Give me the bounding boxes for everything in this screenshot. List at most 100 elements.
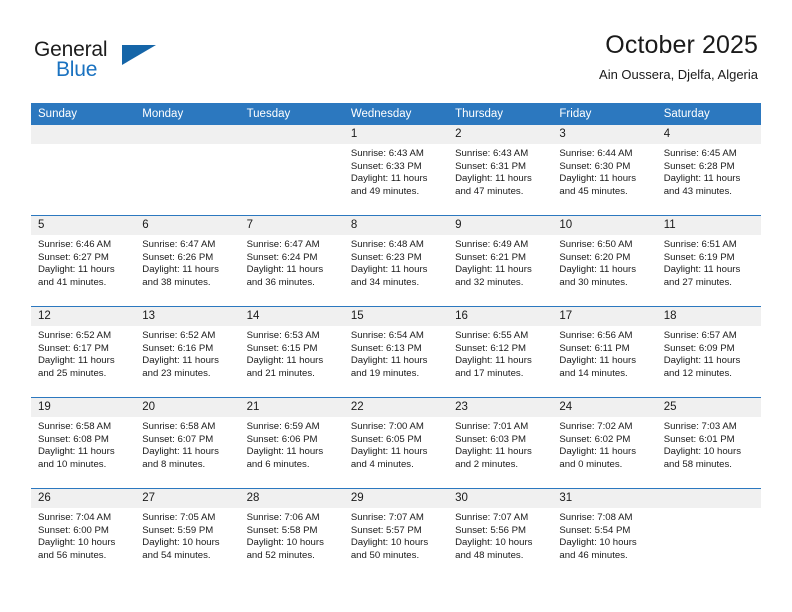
daylight-text-line1: Daylight: 11 hours <box>142 446 219 458</box>
day-number: 23 <box>448 398 553 417</box>
sunset-text: Sunset: 6:24 PM <box>246 251 318 263</box>
day-number: 15 <box>343 307 449 326</box>
daylight-text-line2: and 49 minutes. <box>350 185 420 197</box>
day-number: 3 <box>552 125 657 144</box>
day-cell[interactable]: 21 Sunrise: 6:59 AM Sunset: 6:06 PM Dayl… <box>239 397 344 489</box>
day-cell[interactable]: 20 Sunrise: 6:58 AM Sunset: 6:07 PM Dayl… <box>135 397 240 489</box>
sunset-text: Sunset: 6:19 PM <box>663 251 735 263</box>
daylight-text-line1: Daylight: 11 hours <box>455 446 532 458</box>
day-cell[interactable]: 2 Sunrise: 6:43 AM Sunset: 6:31 PM Dayli… <box>448 125 553 216</box>
daylight-text-line1: Daylight: 10 hours <box>559 537 637 549</box>
day-cell[interactable] <box>239 125 344 216</box>
sunrise-text: Sunrise: 7:07 AM <box>455 512 529 523</box>
day-info: Sunrise: 6:43 AM Sunset: 6:33 PM Dayligh… <box>344 144 448 198</box>
day-cell[interactable] <box>656 488 761 579</box>
day-cell[interactable]: 27 Sunrise: 7:05 AM Sunset: 5:59 PM Dayl… <box>135 488 240 579</box>
day-cell[interactable]: 4 Sunrise: 6:45 AM Sunset: 6:28 PM Dayli… <box>656 125 761 216</box>
day-number: 30 <box>448 489 553 508</box>
day-cell[interactable]: 26 Sunrise: 7:04 AM Sunset: 6:00 PM Dayl… <box>31 488 136 579</box>
day-cell[interactable]: 19 Sunrise: 6:58 AM Sunset: 6:08 PM Dayl… <box>31 397 136 489</box>
day-number: 9 <box>448 216 553 235</box>
day-info: Sunrise: 6:55 AM Sunset: 6:12 PM Dayligh… <box>448 326 552 380</box>
sunrise-text: Sunrise: 6:46 AM <box>38 239 112 250</box>
day-cell[interactable]: 8 Sunrise: 6:48 AM Sunset: 6:23 PM Dayli… <box>343 215 449 307</box>
day-number <box>656 489 761 508</box>
day-number: 12 <box>31 307 136 326</box>
day-cell[interactable]: 31 Sunrise: 7:08 AM Sunset: 5:54 PM Dayl… <box>552 488 657 579</box>
sunset-text: Sunset: 6:13 PM <box>350 342 422 354</box>
day-cell[interactable]: 6 Sunrise: 6:47 AM Sunset: 6:26 PM Dayli… <box>135 215 240 307</box>
sunset-text: Sunset: 6:30 PM <box>559 160 631 172</box>
sunrise-text: Sunrise: 7:06 AM <box>246 512 320 523</box>
page-header: General Blue October 2025 Ain Oussera, D… <box>0 0 792 100</box>
weekday-header-monday: Monday <box>135 103 240 125</box>
day-cell[interactable] <box>31 125 136 216</box>
day-info: Sunrise: 6:50 AM Sunset: 6:20 PM Dayligh… <box>552 235 656 289</box>
day-cell[interactable]: 13 Sunrise: 6:52 AM Sunset: 6:16 PM Dayl… <box>135 306 240 398</box>
sunset-text: Sunset: 6:01 PM <box>663 433 735 445</box>
sunrise-text: Sunrise: 6:55 AM <box>455 330 529 341</box>
day-cell[interactable]: 30 Sunrise: 7:07 AM Sunset: 5:56 PM Dayl… <box>448 488 553 579</box>
day-cell[interactable]: 12 Sunrise: 6:52 AM Sunset: 6:17 PM Dayl… <box>31 306 136 398</box>
day-cell[interactable]: 23 Sunrise: 7:01 AM Sunset: 6:03 PM Dayl… <box>448 397 553 489</box>
day-cell[interactable]: 18 Sunrise: 6:57 AM Sunset: 6:09 PM Dayl… <box>656 306 761 398</box>
day-number <box>239 125 344 144</box>
day-cell[interactable]: 15 Sunrise: 6:54 AM Sunset: 6:13 PM Dayl… <box>343 306 449 398</box>
day-cell[interactable]: 17 Sunrise: 6:56 AM Sunset: 6:11 PM Dayl… <box>552 306 657 398</box>
weekday-header-thursday: Thursday <box>448 103 553 125</box>
day-cell[interactable]: 25 Sunrise: 7:03 AM Sunset: 6:01 PM Dayl… <box>656 397 761 489</box>
calendar-week-row: 26 Sunrise: 7:04 AM Sunset: 6:00 PM Dayl… <box>31 488 761 579</box>
day-number <box>31 125 136 144</box>
day-number: 22 <box>343 398 449 417</box>
day-number: 26 <box>31 489 136 508</box>
sunrise-text: Sunrise: 6:52 AM <box>38 330 112 341</box>
triangle-icon <box>122 45 156 65</box>
day-cell[interactable]: 9 Sunrise: 6:49 AM Sunset: 6:21 PM Dayli… <box>448 215 553 307</box>
daylight-text-line1: Daylight: 10 hours <box>663 446 742 458</box>
day-number: 18 <box>656 307 761 326</box>
daylight-text-line1: Daylight: 10 hours <box>38 537 116 549</box>
day-cell[interactable]: 3 Sunrise: 6:44 AM Sunset: 6:30 PM Dayli… <box>552 125 657 216</box>
sunrise-text: Sunrise: 6:43 AM <box>455 148 529 159</box>
day-info: Sunrise: 6:54 AM Sunset: 6:13 PM Dayligh… <box>344 326 448 380</box>
day-cell[interactable]: 11 Sunrise: 6:51 AM Sunset: 6:19 PM Dayl… <box>656 215 761 307</box>
day-info: Sunrise: 7:01 AM Sunset: 6:03 PM Dayligh… <box>448 417 552 471</box>
daylight-text-line1: Daylight: 10 hours <box>455 537 533 549</box>
day-info <box>31 144 135 148</box>
sunset-text: Sunset: 5:59 PM <box>142 524 214 536</box>
daylight-text-line1: Daylight: 11 hours <box>350 264 428 276</box>
day-info: Sunrise: 7:06 AM Sunset: 5:58 PM Dayligh… <box>240 508 344 562</box>
day-cell[interactable]: 7 Sunrise: 6:47 AM Sunset: 6:24 PM Dayli… <box>239 215 344 307</box>
day-cell[interactable]: 29 Sunrise: 7:07 AM Sunset: 5:57 PM Dayl… <box>343 488 449 579</box>
daylight-text-line1: Daylight: 11 hours <box>350 173 428 185</box>
day-cell[interactable]: 10 Sunrise: 6:50 AM Sunset: 6:20 PM Dayl… <box>552 215 657 307</box>
day-number: 27 <box>135 489 240 508</box>
day-info: Sunrise: 6:53 AM Sunset: 6:15 PM Dayligh… <box>240 326 344 380</box>
day-cell[interactable]: 1 Sunrise: 6:43 AM Sunset: 6:33 PM Dayli… <box>343 125 449 216</box>
sunset-text: Sunset: 6:23 PM <box>350 251 422 263</box>
sunrise-text: Sunrise: 6:58 AM <box>142 421 216 432</box>
title-block: October 2025 Ain Oussera, Djelfa, Algeri… <box>599 30 758 85</box>
sunset-text: Sunset: 6:05 PM <box>350 433 422 445</box>
sunset-text: Sunset: 6:17 PM <box>38 342 109 354</box>
sunrise-text: Sunrise: 6:49 AM <box>455 239 529 250</box>
day-number: 20 <box>135 398 240 417</box>
day-cell[interactable] <box>135 125 240 216</box>
day-info: Sunrise: 6:52 AM Sunset: 6:16 PM Dayligh… <box>135 326 239 380</box>
day-info <box>657 508 761 512</box>
day-cell[interactable]: 16 Sunrise: 6:55 AM Sunset: 6:12 PM Dayl… <box>448 306 553 398</box>
general-blue-logo[interactable]: General Blue <box>34 38 184 84</box>
day-info: Sunrise: 7:02 AM Sunset: 6:02 PM Dayligh… <box>552 417 656 471</box>
day-cell[interactable]: 14 Sunrise: 6:53 AM Sunset: 6:15 PM Dayl… <box>239 306 344 398</box>
day-info: Sunrise: 7:07 AM Sunset: 5:56 PM Dayligh… <box>448 508 552 562</box>
day-cell[interactable]: 5 Sunrise: 6:46 AM Sunset: 6:27 PM Dayli… <box>31 215 136 307</box>
sunrise-text: Sunrise: 6:45 AM <box>663 148 737 159</box>
daylight-text-line2: and 52 minutes. <box>246 549 315 561</box>
daylight-text-line2: and 56 minutes. <box>38 549 107 561</box>
day-info: Sunrise: 7:04 AM Sunset: 6:00 PM Dayligh… <box>31 508 135 562</box>
weekday-header-sunday: Sunday <box>31 103 136 125</box>
day-cell[interactable]: 28 Sunrise: 7:06 AM Sunset: 5:58 PM Dayl… <box>239 488 344 579</box>
day-cell[interactable]: 22 Sunrise: 7:00 AM Sunset: 6:05 PM Dayl… <box>343 397 449 489</box>
day-cell[interactable]: 24 Sunrise: 7:02 AM Sunset: 6:02 PM Dayl… <box>552 397 657 489</box>
day-info: Sunrise: 7:03 AM Sunset: 6:01 PM Dayligh… <box>657 417 761 471</box>
